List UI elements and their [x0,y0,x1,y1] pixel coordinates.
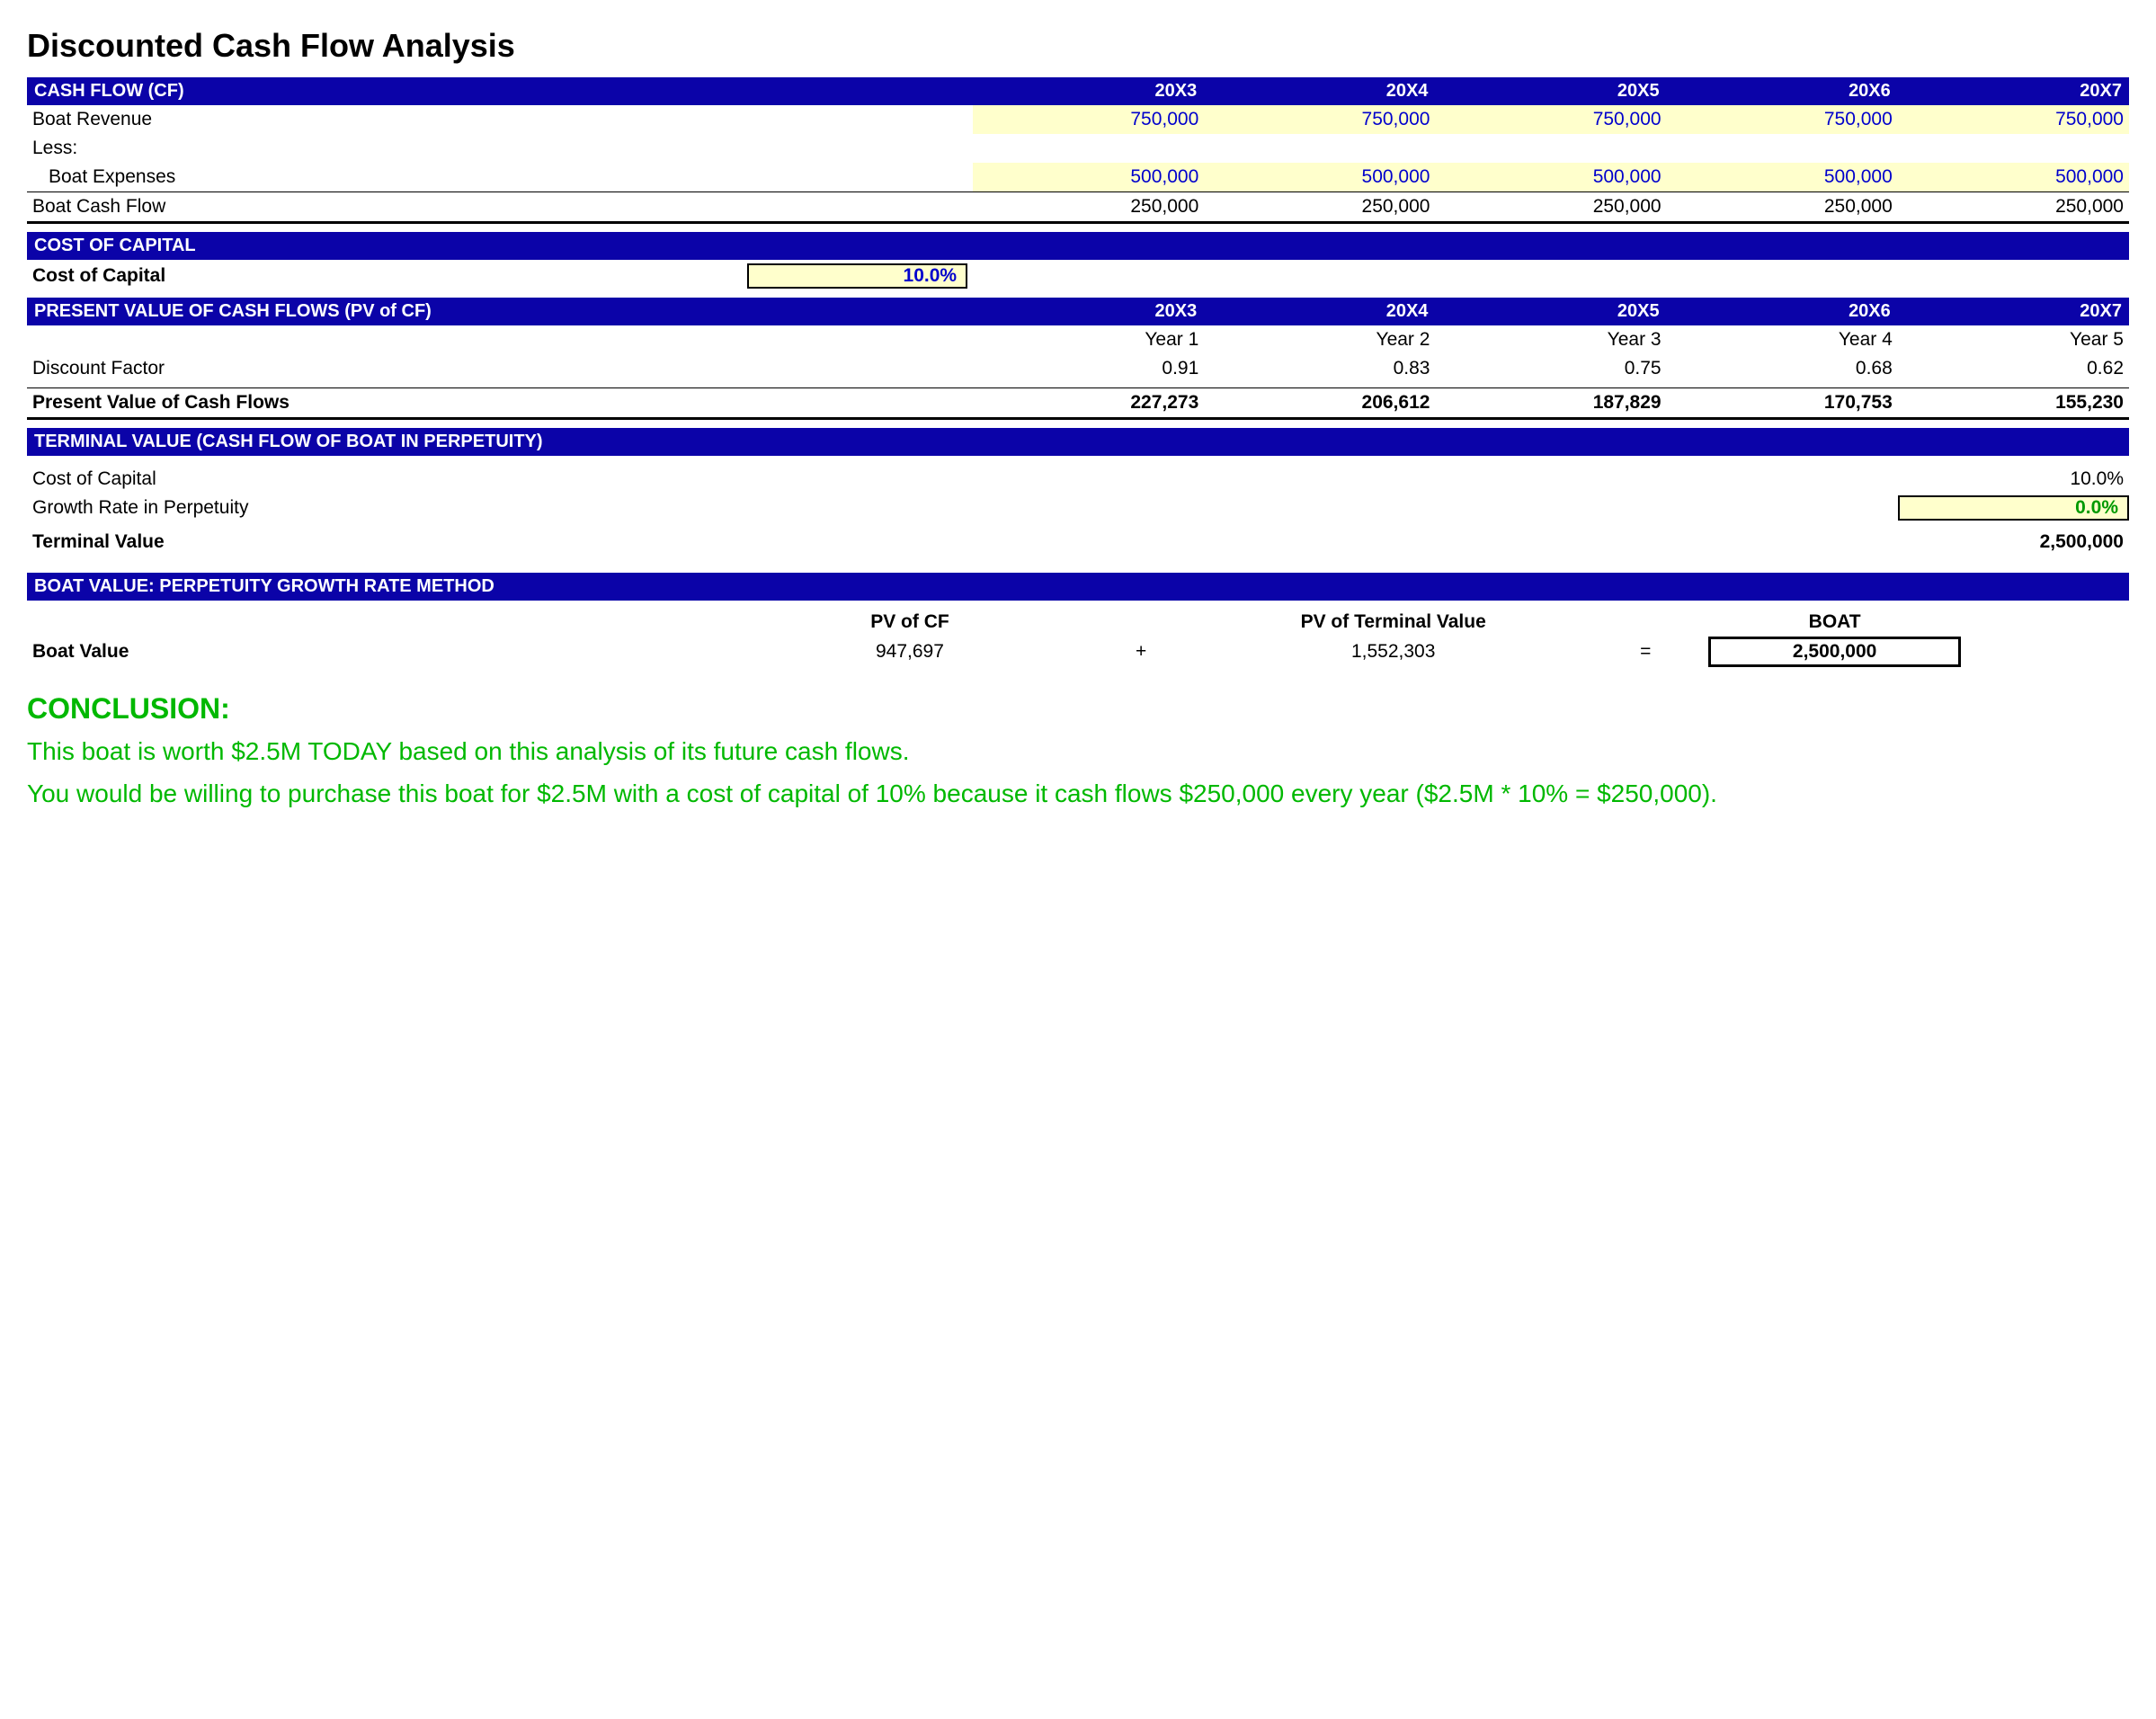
net-cell: 250,000 [1204,192,1435,223]
pv-cell: 187,829 [1435,388,1666,419]
net-cell: 250,000 [973,192,1204,223]
expenses-cell[interactable]: 500,000 [1435,163,1666,192]
terminal-coc-label: Cost of Capital [27,465,1898,494]
df-cell: 0.68 [1667,354,1898,383]
pv-cell: 170,753 [1667,388,1898,419]
pv-cell: 206,612 [1204,388,1435,419]
less-label: Less: [27,134,2129,163]
year-header: 20X6 [1667,77,1898,105]
revenue-cell[interactable]: 750,000 [1435,105,1666,134]
terminal-growth-label: Growth Rate in Perpetuity [27,494,1898,522]
boat-value-table: BOAT VALUE: PERPETUITY GROWTH RATE METHO… [27,573,2129,667]
boat-value-label: Boat Value [27,637,742,667]
table-row: Boat Cash Flow 250,000 250,000 250,000 2… [27,192,2129,223]
table-row: Present Value of Cash Flows 227,273 206,… [27,388,2129,419]
net-cell: 250,000 [1667,192,1898,223]
revenue-cell[interactable]: 750,000 [1667,105,1898,134]
df-label: Discount Factor [27,354,973,383]
revenue-cell[interactable]: 750,000 [1898,105,2129,134]
table-row: Discount Factor 0.91 0.83 0.75 0.68 0.62 [27,354,2129,383]
df-cell: 0.75 [1435,354,1666,383]
revenue-cell[interactable]: 750,000 [1204,105,1435,134]
year-header: 20X6 [1667,298,1898,325]
table-row: Less: [27,134,2129,163]
table-row: Year 1 Year 2 Year 3 Year 4 Year 5 [27,325,2129,354]
terminal-header: TERMINAL VALUE (CASH FLOW OF BOAT IN PER… [27,428,2129,456]
table-row: Boat Revenue 750,000 750,000 750,000 750… [27,105,2129,134]
year-header: 20X5 [1435,298,1666,325]
year-header: 20X7 [1898,77,2129,105]
df-cell: 0.91 [973,354,1204,383]
cost-of-capital-table: COST OF CAPITAL Cost of Capital 10.0% [27,232,2129,292]
plus-sign: + [1078,637,1204,667]
year-header: 20X7 [1898,298,2129,325]
expenses-cell[interactable]: 500,000 [1667,163,1898,192]
boat-heading: BOAT [1708,608,1961,637]
df-cell: 0.62 [1898,354,2129,383]
year-header: 20X4 [1204,77,1435,105]
year-n-label: Year 4 [1667,325,1898,354]
pv-cell: 227,273 [973,388,1204,419]
expenses-cell[interactable]: 500,000 [973,163,1204,192]
expenses-label: Boat Expenses [27,163,973,192]
conclusion-line-2: You would be willing to purchase this bo… [27,777,2129,811]
net-cell: 250,000 [1898,192,2129,223]
terminal-value-cell: 2,500,000 [1898,528,2129,557]
pv-of-tv-value: 1,552,303 [1204,637,1582,667]
terminal-value-table: TERMINAL VALUE (CASH FLOW OF BOAT IN PER… [27,428,2129,557]
pv-header: PRESENT VALUE OF CASH FLOWS (PV of CF) [27,298,973,325]
pv-table: PRESENT VALUE OF CASH FLOWS (PV of CF) 2… [27,298,2129,428]
boat-value-result: 2,500,000 [1708,637,1961,667]
terminal-value-label: Terminal Value [27,528,1898,557]
year-header: 20X5 [1435,77,1666,105]
table-row: Terminal Value 2,500,000 [27,528,2129,557]
year-n-label: Year 1 [973,325,1204,354]
conclusion-heading: CONCLUSION: [27,692,2129,726]
table-row: Boat Value 947,697 + 1,552,303 = 2,500,0… [27,637,2129,667]
pv-cell: 155,230 [1898,388,2129,419]
net-label: Boat Cash Flow [27,192,973,223]
table-row: PV of CF PV of Terminal Value BOAT [27,608,2129,637]
pv-label: Present Value of Cash Flows [27,388,973,419]
table-row: Cost of Capital 10.0% [27,465,2129,494]
year-header: 20X3 [973,77,1204,105]
equals-sign: = [1582,637,1708,667]
pv-of-cf-value: 947,697 [742,637,1078,667]
pv-of-cf-heading: PV of CF [742,608,1078,637]
year-n-label: Year 5 [1898,325,2129,354]
year-n-label: Year 2 [1204,325,1435,354]
table-row: Growth Rate in Perpetuity 0.0% [27,494,2129,522]
coc-input[interactable]: 10.0% [747,263,967,289]
coc-header: COST OF CAPITAL [27,232,2129,260]
revenue-label: Boat Revenue [27,105,973,134]
conclusion-line-1: This boat is worth $2.5M TODAY based on … [27,735,2129,769]
boat-value-header: BOAT VALUE: PERPETUITY GROWTH RATE METHO… [27,573,2129,601]
page-title: Discounted Cash Flow Analysis [27,27,2129,65]
expenses-cell[interactable]: 500,000 [1898,163,2129,192]
pv-of-tv-heading: PV of Terminal Value [1204,608,1582,637]
year-header: 20X4 [1204,298,1435,325]
df-cell: 0.83 [1204,354,1435,383]
table-row: Boat Expenses 500,000 500,000 500,000 50… [27,163,2129,192]
net-cell: 250,000 [1435,192,1666,223]
revenue-cell[interactable]: 750,000 [973,105,1204,134]
table-row: Cost of Capital 10.0% [27,260,2129,292]
terminal-growth-input[interactable]: 0.0% [1898,495,2129,521]
terminal-coc-value: 10.0% [1898,465,2129,494]
cash-flow-table: CASH FLOW (CF) 20X3 20X4 20X5 20X6 20X7 … [27,77,2129,232]
expenses-cell[interactable]: 500,000 [1204,163,1435,192]
cash-flow-header: CASH FLOW (CF) [27,77,973,105]
coc-label: Cost of Capital [27,260,742,292]
year-header: 20X3 [973,298,1204,325]
year-n-label: Year 3 [1435,325,1666,354]
